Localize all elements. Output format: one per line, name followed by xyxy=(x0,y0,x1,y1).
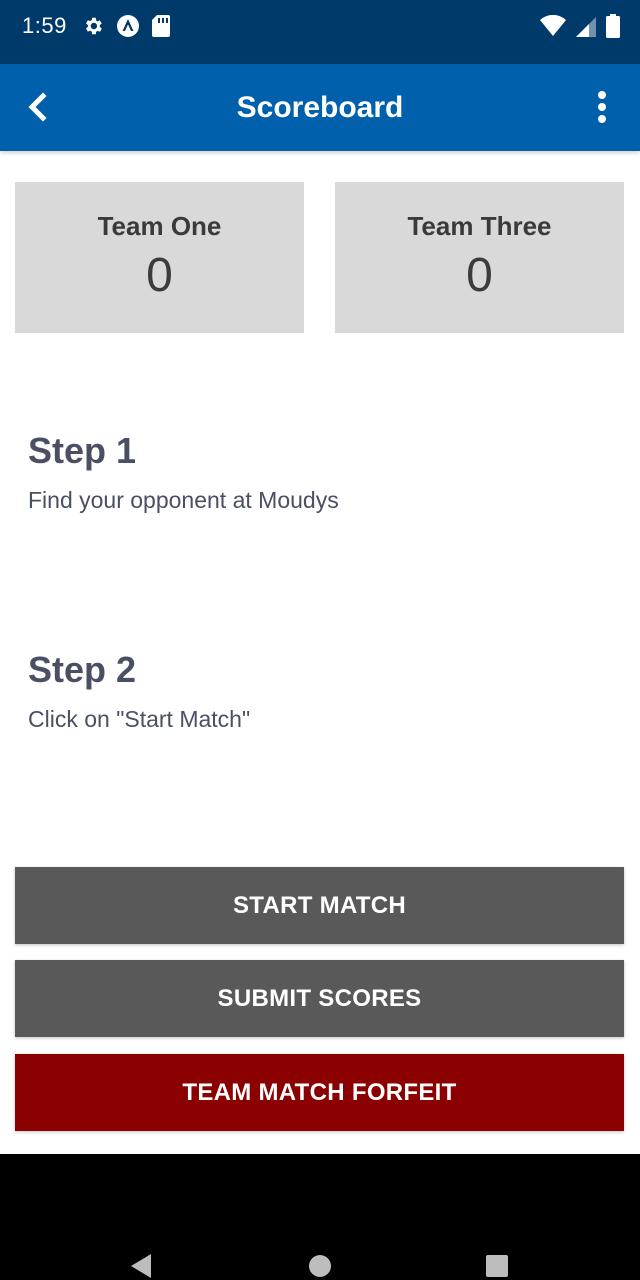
status-time: 1:59 xyxy=(22,13,67,38)
home-circle-icon[interactable] xyxy=(308,1254,332,1278)
more-vertical-icon xyxy=(598,91,606,123)
chevron-left-icon xyxy=(28,92,47,122)
status-icons-right xyxy=(540,14,620,38)
status-icons-left xyxy=(82,14,170,38)
step-1-description: Find your opponent at Moudys xyxy=(28,487,339,513)
gear-icon xyxy=(86,17,102,35)
page-title: Scoreboard xyxy=(236,91,404,124)
app-notification-icon xyxy=(117,15,139,37)
step-2-title: Step 2 xyxy=(28,649,137,690)
submit-scores-button[interactable]: SUBMIT SCORES xyxy=(15,960,624,1037)
team-score: 0 xyxy=(466,249,493,302)
status-bar: 1:59 xyxy=(0,0,640,64)
back-triangle-icon[interactable] xyxy=(129,1253,153,1279)
team-match-forfeit-button[interactable]: TEAM MATCH FORFEIT xyxy=(15,1054,624,1131)
wifi-icon xyxy=(540,15,566,36)
team-name: Team Three xyxy=(407,211,552,241)
step-2-description: Click on "Start Match" xyxy=(28,706,251,732)
team-three-score-card: Team Three 0 xyxy=(335,182,624,333)
start-match-button[interactable]: START MATCH xyxy=(15,867,624,944)
step-1-title: Step 1 xyxy=(28,430,137,471)
team-name: Team One xyxy=(97,211,222,241)
sd-card-icon xyxy=(152,15,170,37)
recents-square-icon[interactable] xyxy=(485,1255,509,1277)
cell-signal-icon xyxy=(576,17,596,37)
battery-icon xyxy=(606,14,620,38)
team-one-score-card: Team One 0 xyxy=(15,182,304,333)
system-nav-bar xyxy=(0,1154,640,1280)
back-button[interactable] xyxy=(20,89,56,125)
team-score: 0 xyxy=(146,249,173,302)
app-bar: Scoreboard xyxy=(0,64,640,151)
overflow-menu-button[interactable] xyxy=(590,89,614,125)
